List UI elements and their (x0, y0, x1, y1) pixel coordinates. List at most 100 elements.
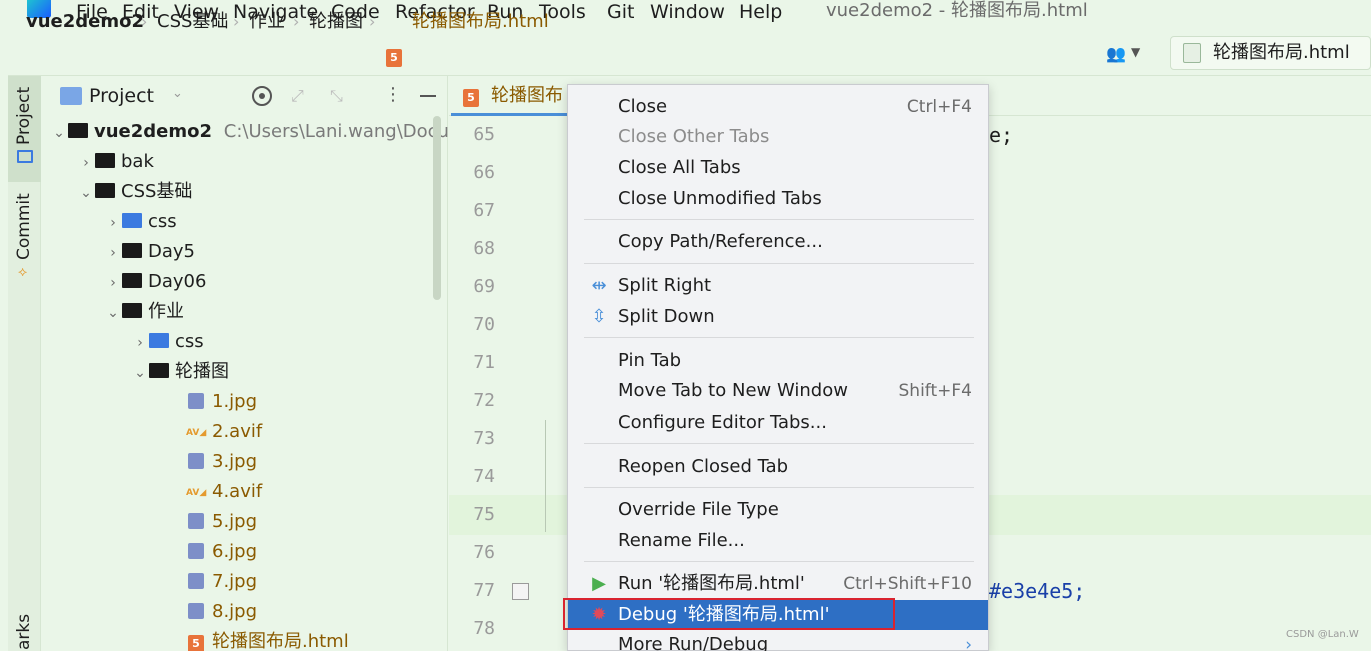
run-config-selector[interactable]: 轮播图布局.html (1170, 36, 1371, 70)
tree-row-carousel[interactable]: ⌄ 轮播图 (131, 357, 229, 387)
indent-guide (545, 420, 546, 532)
tree-label: css (175, 331, 204, 352)
breadcrumb-carousel[interactable]: 轮播图 (309, 10, 363, 34)
menu-item-configure-tabs[interactable]: Configure Editor Tabs... (568, 408, 988, 438)
chevron-down-icon[interactable]: ⌄ (104, 298, 122, 328)
image-file-icon (188, 393, 204, 409)
commit-icon[interactable]: ⟡ (18, 264, 27, 280)
tree-row-homework[interactable]: ⌄ 作业 (104, 297, 184, 327)
menu-item-close-unmodified[interactable]: Close Unmodified Tabs (568, 184, 988, 214)
chevron-down-icon[interactable]: ⌄ (172, 86, 183, 101)
tree-label: css (148, 211, 177, 232)
breadcrumb (8, 32, 1371, 76)
code-line-65[interactable]: e; (989, 116, 1013, 154)
menu-item-label: Run '轮播图布局.html' (618, 573, 805, 594)
tool-tab-bookmarks[interactable]: arks (8, 612, 41, 651)
tree-label: 4.avif (212, 481, 263, 502)
chevron-right-icon[interactable]: › (104, 238, 122, 268)
breadcrumb-separator-icon: › (233, 12, 240, 31)
tree-row-css[interactable]: › css (104, 207, 177, 238)
chevron-down-icon[interactable]: ⌄ (131, 358, 149, 388)
chevron-right-icon[interactable]: › (77, 148, 95, 178)
chevron-down-icon[interactable]: ⌄ (50, 118, 68, 148)
menu-item-more-run[interactable]: More Run/Debug › (568, 630, 988, 651)
more-options-icon[interactable]: ⋮ (384, 84, 402, 105)
menu-separator (584, 337, 974, 338)
menu-item-label: More Run/Debug (618, 634, 769, 651)
chevron-down-icon[interactable]: ▼ (1131, 45, 1140, 59)
line-number: 76 (473, 542, 495, 563)
menu-item-copy-path[interactable]: Copy Path/Reference... (568, 227, 988, 257)
menu-item-reopen-closed[interactable]: Reopen Closed Tab (568, 452, 988, 482)
menu-git[interactable]: Git (607, 0, 634, 26)
tab-context-menu: Close Ctrl+F4 Close Other Tabs Close All … (567, 84, 989, 651)
locate-icon-dot (259, 93, 265, 99)
tree-label: 5.jpg (212, 511, 258, 532)
tree-row-css-basics[interactable]: ⌄ CSS基础 (77, 177, 192, 207)
line-number: 68 (473, 238, 495, 259)
project-panel-title[interactable]: Project (89, 84, 154, 108)
menu-item-run[interactable]: ▶ Run '轮播图布局.html' Ctrl+Shift+F10 (568, 569, 988, 599)
menu-item-label: Close All Tabs (618, 157, 741, 178)
chevron-right-icon[interactable]: › (104, 208, 122, 238)
tree-row-file[interactable]: 5.jpg (188, 507, 257, 537)
run-config-label: 轮播图布局.html (1213, 42, 1350, 63)
tree-label: 8.jpg (212, 601, 258, 622)
tree-row-file[interactable]: 1.jpg (188, 387, 257, 417)
expand-all-icon[interactable]: ⤢ (291, 86, 304, 106)
menu-item-label: Close Unmodified Tabs (618, 188, 822, 209)
tree-row-day5[interactable]: › Day5 (104, 237, 195, 267)
folder-icon (95, 183, 115, 198)
tree-row-file[interactable]: AV◢ 4.avif (186, 477, 262, 507)
tree-row-file[interactable]: 6.jpg (188, 537, 257, 567)
editor-tab-active[interactable]: 5 轮播图布 (451, 78, 581, 116)
project-scrollbar[interactable] (433, 116, 441, 300)
line-number: 66 (473, 162, 495, 183)
tree-row-file[interactable]: 8.jpg (188, 597, 257, 627)
run-icon: ▶ (592, 573, 606, 594)
tree-row-file[interactable]: 7.jpg (188, 567, 257, 597)
tree-row-bak[interactable]: › bak (77, 147, 154, 177)
breadcrumb-file[interactable]: 轮播图布局.html (412, 10, 549, 34)
menu-item-close-all-tabs[interactable]: Close All Tabs (568, 153, 988, 183)
avif-file-icon: AV◢ (186, 428, 207, 438)
menu-item-close[interactable]: Close Ctrl+F4 (568, 92, 988, 122)
code-line-77[interactable]: #e3e4e5; (989, 572, 1085, 610)
tool-tab-commit[interactable]: Commit (8, 193, 41, 260)
tree-label: Day06 (148, 271, 207, 292)
menu-item-split-down[interactable]: ⇳ Split Down (568, 302, 988, 332)
project-tool-icon[interactable] (17, 150, 33, 163)
breadcrumb-homework[interactable]: 作业 (249, 10, 285, 34)
tool-tab-project[interactable]: Project (8, 86, 41, 146)
tree-row-file[interactable]: 5 轮播图布局.html (188, 627, 349, 651)
menu-window[interactable]: Window (650, 0, 725, 26)
chevron-right-icon[interactable]: › (131, 328, 149, 358)
breadcrumb-css-basics[interactable]: CSS基础 (157, 10, 228, 34)
chevron-down-icon[interactable]: ⌄ (77, 178, 95, 208)
folder-icon (122, 303, 142, 318)
menu-item-label: Split Down (618, 306, 715, 327)
breadcrumb-separator-icon: › (293, 12, 300, 31)
tree-label: 6.jpg (212, 541, 258, 562)
tree-row-css-sub[interactable]: › css (131, 327, 204, 358)
tree-row-day06[interactable]: › Day06 (104, 267, 206, 297)
line-number: 71 (473, 352, 495, 373)
tree-row-file[interactable]: 3.jpg (188, 447, 257, 477)
menu-item-override-type[interactable]: Override File Type (568, 495, 988, 525)
menu-item-split-right[interactable]: ⇹ Split Right (568, 271, 988, 301)
menu-help[interactable]: Help (739, 0, 782, 26)
menu-item-rename-file[interactable]: Rename File... (568, 526, 988, 556)
tree-row-vue2demo2[interactable]: ⌄ vue2demo2 C:\Users\Lani.wang\Docum (50, 117, 466, 147)
users-icon[interactable]: 👥 (1106, 44, 1128, 64)
color-swatch[interactable] (512, 583, 529, 600)
menu-item-pin-tab[interactable]: Pin Tab (568, 346, 988, 376)
menu-item-move-tab[interactable]: Move Tab to New Window Shift+F4 (568, 376, 988, 406)
breadcrumb-project[interactable]: vue2demo2 (26, 10, 144, 34)
shortcut-label: Ctrl+Shift+F10 (843, 574, 972, 594)
chevron-right-icon[interactable]: › (104, 268, 122, 298)
tree-row-file[interactable]: AV◢ 2.avif (186, 417, 262, 447)
collapse-all-icon[interactable]: ⤡ (330, 86, 343, 106)
watermark: CSDN @Lan.W (1286, 629, 1359, 640)
image-file-icon (188, 603, 204, 619)
minimize-icon[interactable] (420, 95, 436, 97)
